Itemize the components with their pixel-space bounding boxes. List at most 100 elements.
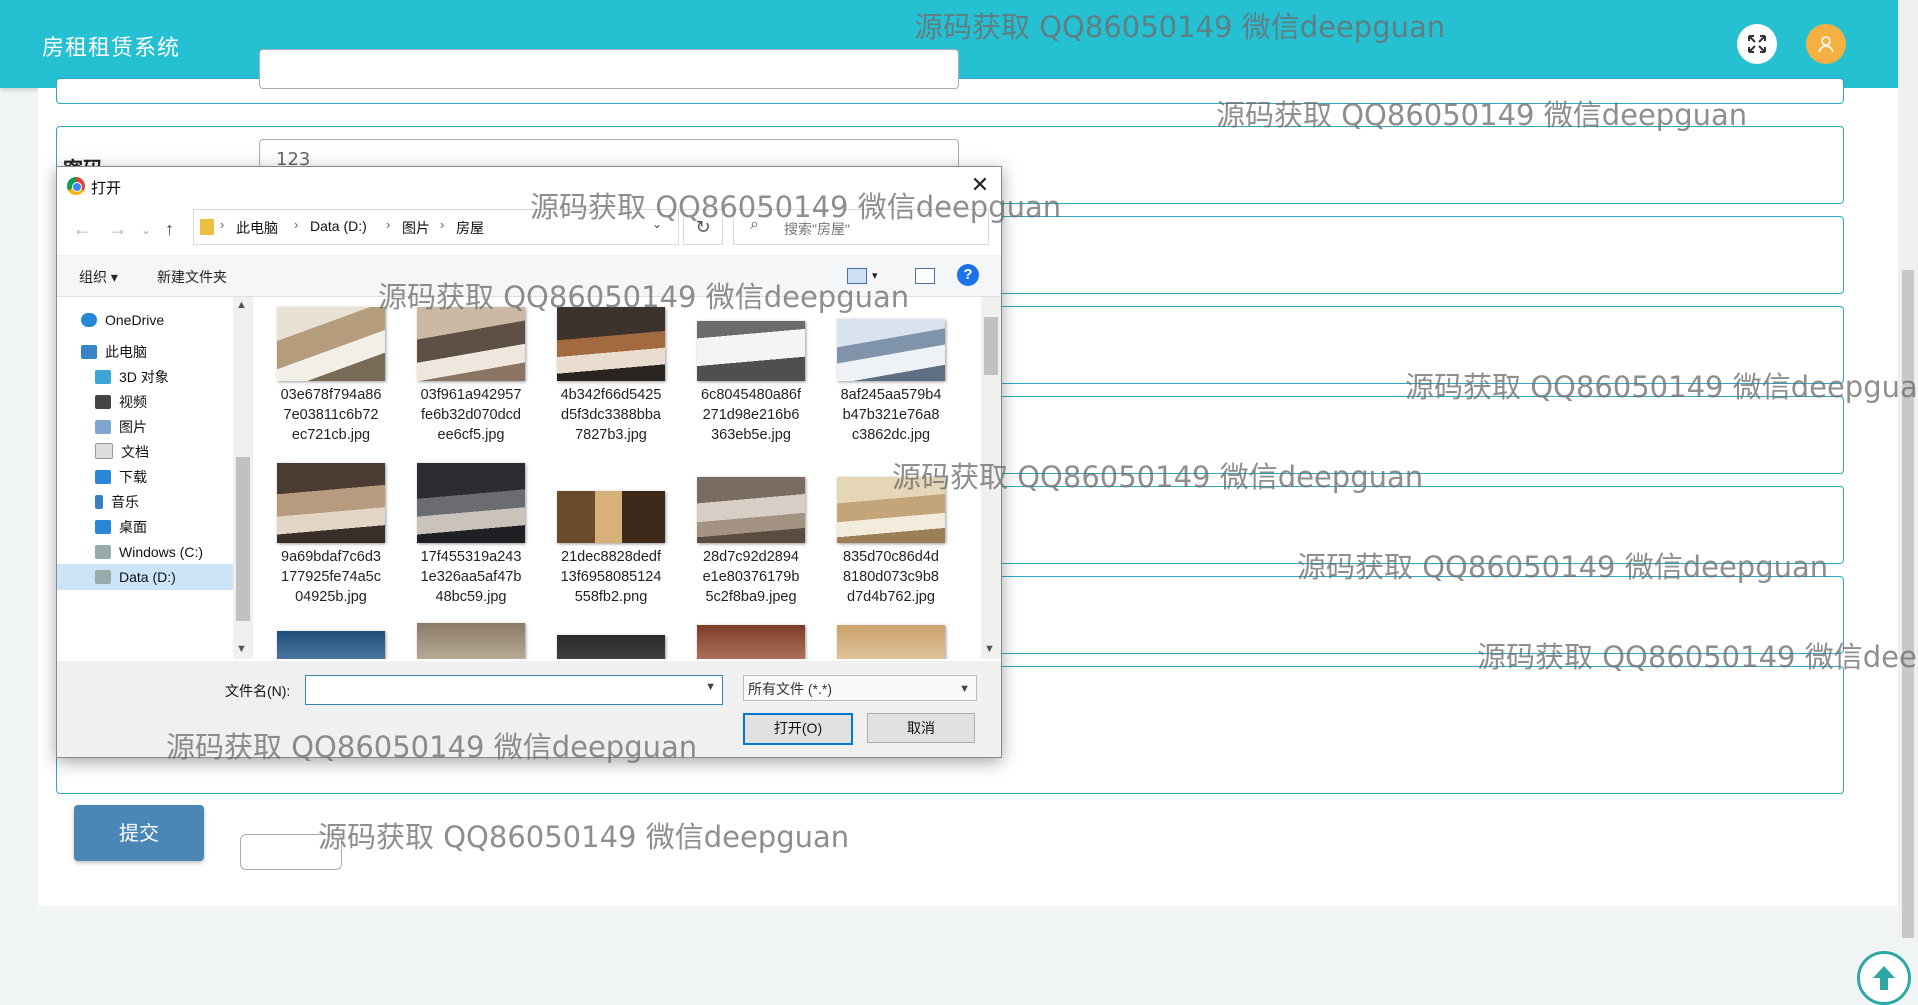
scroll-down-icon[interactable]: ▼ [984, 643, 995, 655]
open-button[interactable]: 打开(O) [743, 713, 853, 745]
recent-dropdown-icon[interactable]: ⌄ [141, 223, 151, 237]
file-item[interactable]: 9a69bdaf7c6d3 177925fe74a5c 04925b.jpg [267, 463, 395, 607]
search-icon: ⌕ [750, 216, 759, 233]
file-item[interactable]: 835d70c86d4d 8180d073c9b8 d7d4b762.jpg [827, 469, 955, 607]
nav-item-label: 图片 [119, 419, 147, 435]
file-item-partial[interactable] [547, 635, 675, 659]
file-item-partial[interactable] [407, 623, 535, 659]
file-name: 28d7c92d2894 e1e80376179b 5c2f8ba9.jpeg [702, 549, 800, 605]
nav-item-label: OneDrive [105, 312, 165, 328]
help-icon[interactable]: ? [957, 264, 979, 286]
file-item[interactable]: 17f455319a243 1e326aa5af47b 48bc59.jpg [407, 463, 535, 607]
file-item[interactable]: 03e678f794a86 7e03811c6b72 ec721cb.jpg [267, 307, 395, 445]
user-avatar-button[interactable] [1806, 24, 1846, 64]
nav-item-music[interactable]: 音乐 [95, 489, 231, 515]
address-dropdown-icon[interactable]: ⌄ [652, 217, 662, 231]
nav-item-drive-d[interactable]: Data (D:) [57, 564, 233, 590]
up-arrow-icon[interactable]: ↑ [165, 219, 174, 240]
nav-item-label: Windows (C:) [119, 544, 204, 560]
breadcrumb-houses[interactable]: 房屋 [456, 218, 484, 238]
computer-icon [81, 345, 97, 359]
file-name: 8af245aa579b4 b47b321e76a8 c3862dc.jpg [840, 387, 942, 443]
nav-scrollbar[interactable]: ▲ ▼ [233, 297, 253, 659]
nav-item-3d-objects[interactable]: 3D 对象 [95, 364, 231, 390]
drive-icon [95, 570, 111, 584]
file-item[interactable]: 03f961a942957 fe6b32d070dcd ee6cf5.jpg [407, 307, 535, 445]
address-bar[interactable]: › 此电脑 › Data (D:) › 图片 › 房屋 ⌄ [193, 209, 679, 245]
picture-icon [95, 420, 111, 434]
new-folder-button[interactable]: 新建文件夹 [157, 267, 227, 287]
file-item[interactable]: 4b342f66d5425 d5f3dc3388bba 7827b3.jpg [547, 307, 675, 445]
breadcrumb-sep-icon[interactable]: › [294, 217, 298, 232]
back-to-top-button[interactable] [1857, 951, 1911, 1005]
file-name: 9a69bdaf7c6d3 177925fe74a5c 04925b.jpg [281, 549, 381, 605]
file-grid-scrollbar[interactable]: ▼ [981, 297, 1001, 659]
organize-menu[interactable]: 组织 ▾ [79, 267, 118, 287]
file-item[interactable]: 6c8045480a86f 271d98e216b6 363eb5e.jpg [687, 307, 815, 445]
expand-icon [1748, 35, 1766, 53]
file-item[interactable]: 28d7c92d2894 e1e80376179b 5c2f8ba9.jpeg [687, 469, 815, 607]
nav-item-pictures[interactable]: 图片 [95, 414, 231, 440]
breadcrumb-sep-icon[interactable]: › [220, 217, 224, 232]
nav-item-label: 视频 [119, 394, 147, 410]
upload-button[interactable] [240, 834, 342, 870]
nav-item-downloads[interactable]: 下载 [95, 464, 231, 490]
nav-scrollbar-thumb[interactable] [236, 457, 250, 621]
nav-item-this-pc[interactable]: 此电脑 [81, 339, 231, 365]
file-thumbnail [697, 625, 805, 659]
file-name: 835d70c86d4d 8180d073c9b8 d7d4b762.jpg [843, 549, 939, 605]
file-type-select[interactable]: 所有文件 (*.*) ▼ [743, 675, 977, 701]
breadcrumb-sep-icon[interactable]: › [386, 217, 390, 232]
file-thumbnail [277, 631, 385, 659]
breadcrumb-data-d[interactable]: Data (D:) [310, 218, 367, 234]
nav-item-desktop[interactable]: 桌面 [95, 514, 231, 540]
cancel-button[interactable]: 取消 [867, 713, 975, 743]
page-scrollbar-thumb[interactable] [1902, 270, 1914, 938]
breadcrumb-sep-icon[interactable]: › [440, 217, 444, 232]
text-field-1[interactable] [259, 49, 959, 89]
breadcrumb-this-pc[interactable]: 此电脑 [236, 218, 278, 238]
search-input[interactable]: ⌕ 搜索"房屋" [733, 209, 989, 245]
file-thumbnail [837, 625, 945, 659]
forward-arrow-icon[interactable]: → [109, 219, 127, 240]
arrow-up-icon [1873, 966, 1895, 990]
page-scrollbar[interactable] [1898, 0, 1918, 938]
nav-item-onedrive[interactable]: OneDrive [81, 307, 231, 333]
chevron-down-icon: ▼ [959, 683, 970, 695]
nav-item-videos[interactable]: 视频 [95, 389, 231, 415]
fullscreen-button[interactable] [1737, 24, 1777, 64]
navigation-pane: OneDrive 此电脑 3D 对象 视频 图片 文档 下载 音乐 桌面 Win… [57, 297, 233, 659]
refresh-button[interactable]: ↻ [683, 209, 723, 245]
file-thumbnail [557, 635, 665, 659]
scroll-down-icon[interactable]: ▼ [236, 643, 247, 655]
nav-item-label: Data (D:) [119, 569, 176, 585]
file-name: 03e678f794a86 7e03811c6b72 ec721cb.jpg [280, 387, 382, 443]
breadcrumb-pictures[interactable]: 图片 [402, 218, 430, 238]
chevron-down-icon[interactable]: ▼ [705, 681, 716, 693]
back-arrow-icon[interactable]: ← [73, 219, 91, 240]
file-thumbnail [837, 319, 945, 381]
nav-item-documents[interactable]: 文档 [95, 439, 231, 465]
file-item[interactable]: 8af245aa579b4 b47b321e76a8 c3862dc.jpg [827, 307, 955, 445]
filename-input[interactable]: ▼ [305, 675, 723, 705]
filename-label: 文件名(N): [225, 683, 291, 699]
file-grid-scrollbar-thumb[interactable] [984, 317, 998, 375]
file-thumbnail [417, 463, 525, 543]
view-options-icon[interactable] [847, 268, 867, 284]
dialog-toolbar: 组织 ▾ 新建文件夹 ▾ ? [57, 255, 1001, 297]
file-name: 21dec8828dedf 13f6958085124 558fb2.png [560, 549, 662, 605]
preview-pane-icon[interactable] [915, 268, 935, 284]
scroll-up-icon[interactable]: ▲ [236, 299, 247, 311]
dialog-footer: 文件名(N): ▼ 所有文件 (*.*) ▼ 打开(O) 取消 [57, 661, 1001, 757]
nav-item-label: 3D 对象 [119, 369, 169, 385]
file-item-partial[interactable] [267, 631, 395, 659]
file-item[interactable]: 21dec8828dedf 13f6958085124 558fb2.png [547, 469, 675, 607]
nav-item-drive-c[interactable]: Windows (C:) [95, 539, 231, 565]
file-thumbnail [417, 307, 525, 381]
file-item-partial[interactable] [687, 625, 815, 659]
submit-button[interactable]: 提交 [74, 805, 204, 861]
file-item-partial[interactable] [827, 625, 955, 659]
view-dropdown-icon[interactable]: ▾ [872, 269, 878, 282]
dialog-close-button[interactable]: ✕ [965, 171, 995, 199]
file-thumbnail [837, 477, 945, 543]
